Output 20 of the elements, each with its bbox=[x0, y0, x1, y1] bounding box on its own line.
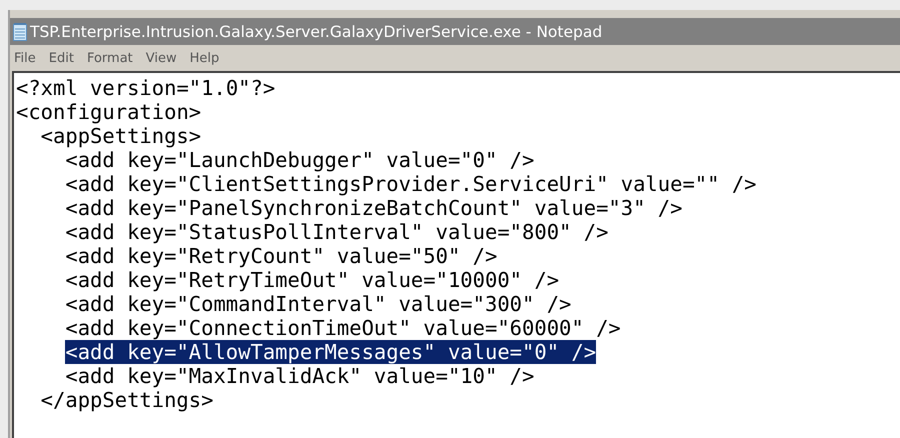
window-title: TSP.Enterprise.Intrusion.Galaxy.Server.GalaxyDriverService.exe - Notepad bbox=[30, 22, 602, 40]
menu-item[interactable]: File bbox=[14, 50, 36, 66]
code-line: <add key="LaunchDebugger" value="0" /> bbox=[65, 148, 534, 172]
notepad-icon bbox=[13, 22, 27, 40]
code-line: <add key="RetryCount" value="50" /> bbox=[65, 244, 498, 268]
code-line: <add key="PanelSynchronizeBatchCount" value="3" /> bbox=[65, 196, 682, 220]
code-line: <add key="RetryTimeOut" value="10000" /> bbox=[65, 268, 560, 292]
menu-item[interactable]: Edit bbox=[48, 50, 74, 66]
code-line: <add key="ConnectionTimeOut" value="60000" /> bbox=[65, 316, 621, 340]
code-line: <add key="StatusPollInterval" value="800" /> bbox=[65, 220, 608, 244]
code-line: <appSettings> bbox=[40, 124, 202, 148]
code-line: </appSettings> bbox=[40, 388, 214, 412]
code-line: <configuration> bbox=[16, 100, 202, 124]
menu-item[interactable]: Help bbox=[190, 50, 220, 66]
code-line: <add key="ClientSettingsProvider.ServiceUri" value="" /> bbox=[65, 172, 757, 196]
menu-item[interactable]: View bbox=[146, 50, 177, 66]
code-line: <add key="CommandInterval" value="300" /> bbox=[65, 292, 572, 316]
code-line: <add key="MaxInvalidAck" value="10" /> bbox=[65, 364, 534, 388]
menu-item[interactable]: Format bbox=[86, 50, 133, 66]
code-line: <?xml version="1.0"?> bbox=[16, 76, 276, 100]
